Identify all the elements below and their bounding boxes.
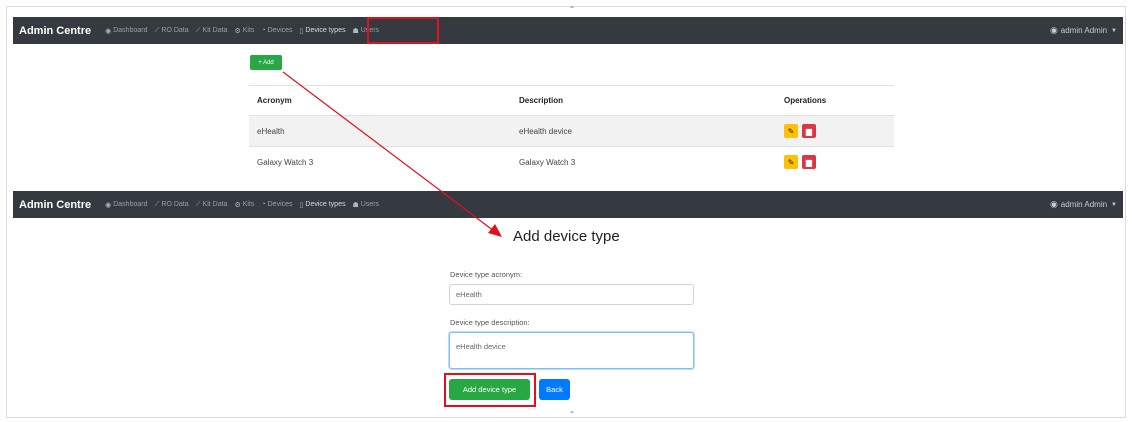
nav-label: RO Data: [161, 27, 189, 34]
nav-label: Dashboard: [113, 27, 148, 34]
nav-item-users[interactable]: ☗ Users: [352, 201, 379, 209]
user-circle-icon: ◉: [1049, 25, 1058, 35]
nav-label: Devices: [267, 201, 293, 208]
trash-icon: ▆: [805, 126, 813, 136]
top-handle-icon: ⌃: [568, 5, 576, 14]
nav-item-kits[interactable]: ⚙ Kits: [234, 201, 254, 209]
rss-icon: ◔: [261, 201, 266, 208]
trash-icon: ▆: [805, 157, 813, 167]
nav-item-dashboard[interactable]: ◉ Dashboard: [105, 27, 147, 35]
nav-item-kit-data[interactable]: ⟋ Kit Data: [196, 201, 228, 209]
chart-line-icon: ⟋: [195, 200, 201, 208]
table-row: eHealth eHealth device ✎ ▆: [249, 115, 894, 146]
chart-line-icon: ⟋: [154, 26, 160, 34]
table-header: Acronym Description Operations: [249, 85, 894, 115]
chart-line-icon: ⟋: [154, 200, 160, 208]
user-name: admin Admin: [1060, 200, 1108, 209]
acronym-label: Device type acronym:: [450, 270, 523, 279]
nav-label: Kits: [242, 27, 255, 34]
device-types-table: Acronym Description Operations eHealth e…: [249, 85, 894, 177]
nav-label: Dashboard: [113, 201, 148, 208]
navbar-form-page: Admin Centre ◉ Dashboard ⟋ RO Data ⟋ Kit Da…: [13, 191, 1123, 218]
pencil-icon: ✎: [787, 126, 795, 136]
nav-item-ro-data[interactable]: ⟋ RO Data: [154, 27, 188, 35]
chevron-down-icon: ▼: [1111, 201, 1117, 208]
cogs-icon: ⚙: [234, 27, 241, 35]
add-button[interactable]: + Add: [250, 55, 282, 70]
page-title: Add device type: [513, 228, 620, 245]
navbar-top: Admin Centre ◉ Dashboard ⟋ RO Data ⟋ Kit Da…: [13, 17, 1123, 44]
chart-line-icon: ⟋: [195, 26, 201, 34]
nav-item-devices[interactable]: ◔ Devices: [261, 201, 292, 208]
nav-item-device-types[interactable]: ▯ Device types: [300, 27, 346, 35]
nav-label: Device types: [305, 27, 346, 34]
cell-operations: ✎ ▆: [784, 155, 894, 169]
nav-item-devices[interactable]: ◔ Devices: [261, 27, 292, 34]
cell-operations: ✎ ▆: [784, 124, 894, 138]
nav-item-dashboard[interactable]: ◉ Dashboard: [105, 201, 147, 209]
nav-item-kits[interactable]: ⚙ Kits: [234, 27, 254, 35]
nav-label: Device types: [305, 201, 346, 208]
mobile-icon: ▯: [299, 27, 304, 35]
column-header-acronym: Acronym: [257, 96, 292, 105]
brand[interactable]: Admin Centre: [19, 199, 91, 211]
nav-label: Devices: [267, 27, 293, 34]
column-header-description: Description: [519, 96, 564, 105]
nav-label: RO Data: [161, 201, 189, 208]
edit-button[interactable]: ✎: [784, 124, 798, 138]
description-textarea-value: eHealth device: [456, 342, 506, 351]
pencil-icon: ✎: [787, 157, 795, 167]
back-button[interactable]: Back: [539, 379, 570, 400]
nav-item-kit-data[interactable]: ⟋ Kit Data: [196, 27, 228, 35]
acronym-input[interactable]: eHealth: [449, 284, 694, 305]
description-textarea[interactable]: eHealth device: [449, 332, 694, 369]
rss-icon: ◔: [261, 27, 266, 34]
delete-button[interactable]: ▆: [802, 124, 816, 138]
chevron-down-icon: ▼: [1111, 27, 1117, 34]
column-header-operations: Operations: [784, 96, 827, 105]
delete-button[interactable]: ▆: [802, 155, 816, 169]
nav-label: Users: [360, 201, 380, 208]
nav-item-ro-data[interactable]: ⟋ RO Data: [154, 201, 188, 209]
user-menu[interactable]: ◉ admin Admin ▼: [1050, 199, 1117, 210]
mobile-icon: ▯: [299, 201, 304, 209]
nav-label: Kit Data: [202, 201, 228, 208]
description-label: Device type description:: [450, 318, 530, 327]
table-row: Galaxy Watch 3 Galaxy Watch 3 ✎ ▆: [249, 146, 894, 177]
nav-item-device-types[interactable]: ▯ Device types: [300, 201, 346, 209]
dashboard-icon: ◉: [105, 201, 112, 209]
annotation-highlight-submit: [444, 373, 536, 407]
dashboard-icon: ◉: [105, 27, 112, 35]
brand[interactable]: Admin Centre: [19, 25, 91, 37]
cogs-icon: ⚙: [234, 201, 241, 209]
acronym-input-value: eHealth: [456, 290, 482, 299]
cell-acronym: eHealth: [257, 126, 285, 136]
cell-description: eHealth device: [519, 126, 572, 136]
nav-label: Kits: [242, 201, 255, 208]
cell-acronym: Galaxy Watch 3: [257, 157, 314, 167]
cell-description: Galaxy Watch 3: [519, 157, 576, 167]
edit-button[interactable]: ✎: [784, 155, 798, 169]
users-icon: ☗: [352, 201, 359, 209]
user-name: admin Admin: [1060, 26, 1108, 35]
users-icon: ☗: [352, 27, 359, 35]
bottom-handle-icon: ⌃: [568, 410, 576, 419]
user-menu[interactable]: ◉ admin Admin ▼: [1050, 25, 1117, 36]
user-circle-icon: ◉: [1049, 199, 1058, 209]
annotation-highlight-nav: [367, 17, 439, 44]
nav-label: Kit Data: [202, 27, 228, 34]
